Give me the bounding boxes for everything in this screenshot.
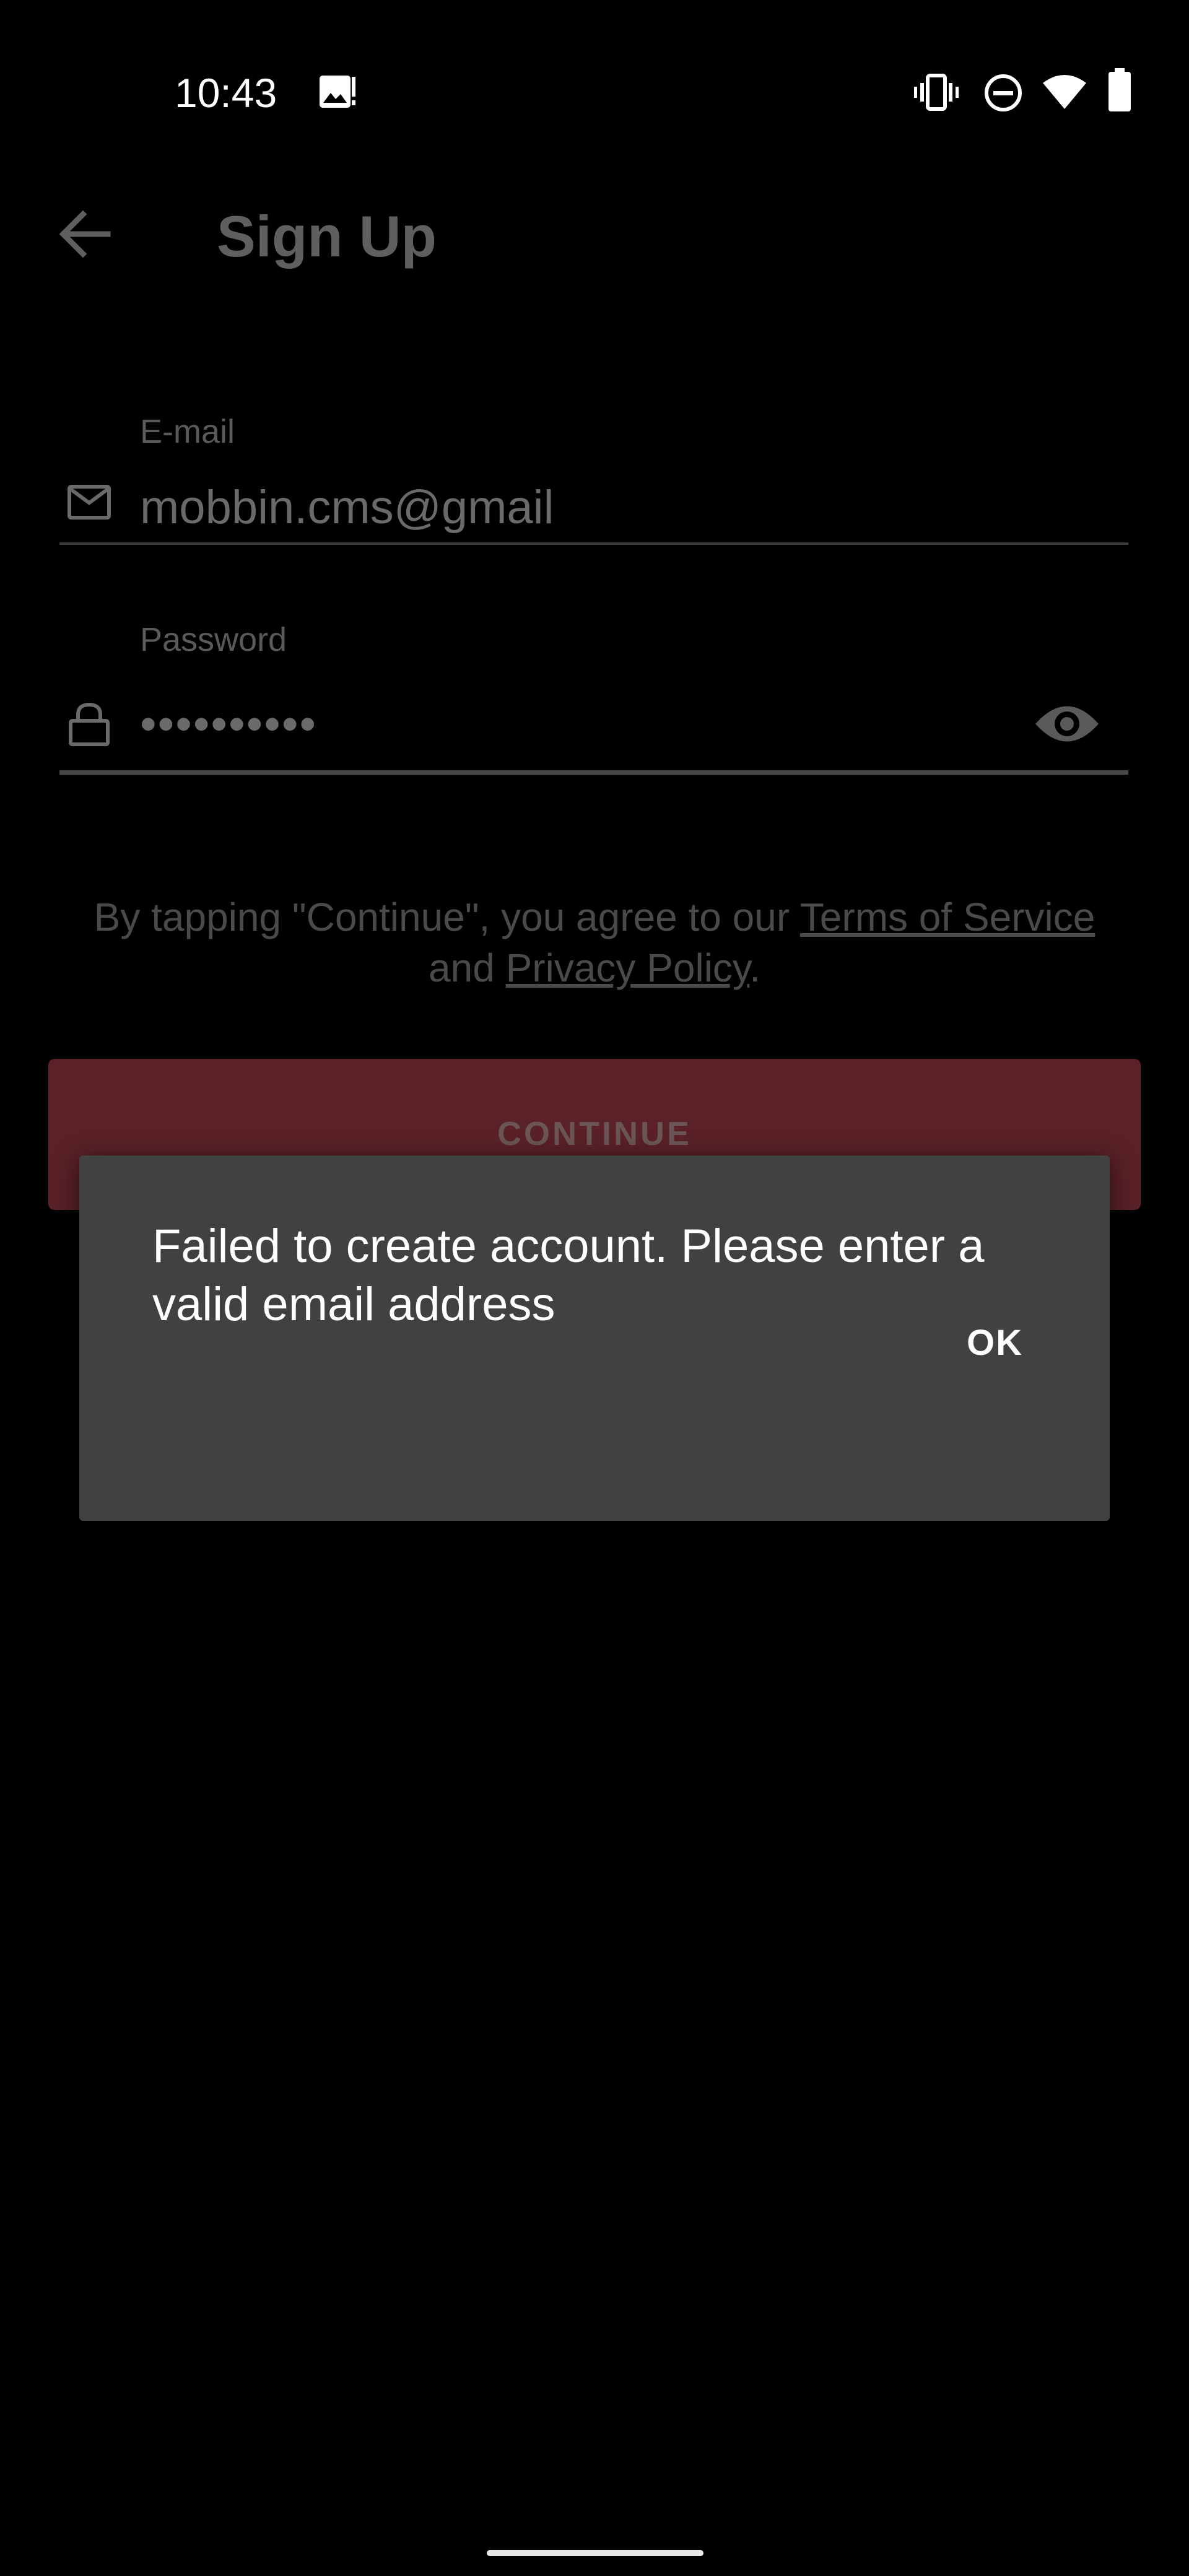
page-title: Sign Up xyxy=(217,204,437,269)
password-visibility-toggle[interactable] xyxy=(1033,698,1101,752)
password-label: Password xyxy=(140,621,287,658)
back-button[interactable] xyxy=(48,197,123,271)
mail-icon xyxy=(67,484,111,523)
ok-button[interactable]: OK xyxy=(959,1315,1030,1371)
eye-icon xyxy=(1033,706,1101,752)
password-underline xyxy=(59,770,1128,775)
terms-text: By tapping "Continue", you agree to our … xyxy=(93,892,1096,993)
email-input[interactable]: mobbin.cms@gmail xyxy=(140,477,554,539)
dialog-message: Failed to create account. Please enter a… xyxy=(152,1220,985,1331)
terms-prefix: By tapping "Continue", you agree to our xyxy=(94,895,800,939)
terms-suffix: . xyxy=(749,946,760,990)
terms-middle: and xyxy=(429,946,506,990)
error-dialog: Failed to create account. Please enter a… xyxy=(79,1155,1110,1521)
privacy-policy-link[interactable]: Privacy Policy xyxy=(506,946,750,990)
password-input[interactable]: •••••••••• xyxy=(140,694,317,755)
lock-icon xyxy=(68,702,110,750)
terms-of-service-link[interactable]: Terms of Service xyxy=(800,895,1095,939)
email-underline xyxy=(59,542,1128,545)
home-indicator[interactable] xyxy=(487,2550,703,2556)
arrow-left-icon xyxy=(48,210,123,274)
email-label: E-mail xyxy=(140,413,235,450)
continue-label: CONTINUE xyxy=(497,1115,692,1152)
